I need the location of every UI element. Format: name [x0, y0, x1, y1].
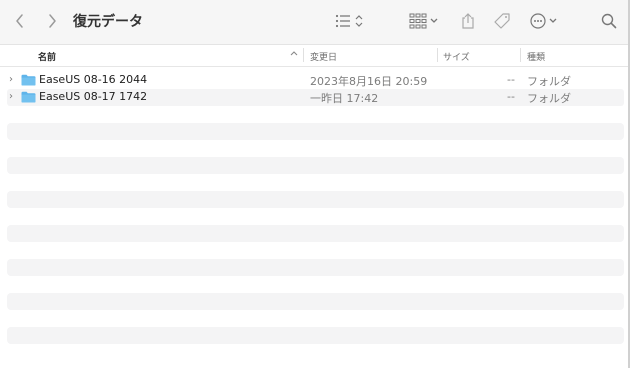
- empty-row-stripes: [7, 123, 624, 361]
- more-actions-button[interactable]: [529, 12, 559, 34]
- file-date: 一昨日 17:42: [310, 92, 379, 105]
- folder-icon: [21, 91, 36, 103]
- window-title: 復元データ: [73, 14, 143, 30]
- file-date: 2023年8月16日 20:59: [310, 75, 428, 88]
- search-button[interactable]: [601, 12, 617, 34]
- column-name[interactable]: 名前: [38, 50, 56, 63]
- file-name: EaseUS 08-17 1742: [39, 90, 148, 103]
- empty-row: [7, 123, 624, 140]
- grid-view-icon: [409, 13, 438, 29]
- chevron-right-icon: [49, 14, 56, 28]
- chevron-left-icon: [16, 14, 23, 28]
- empty-row: [7, 157, 624, 174]
- file-row[interactable]: › EaseUS 08-17 1742 一昨日 17:42 -- フォルダ: [7, 89, 624, 106]
- file-size: --: [507, 73, 515, 86]
- list-view-icon: [335, 14, 363, 28]
- column-separator: [303, 48, 304, 62]
- column-header: 名前 変更日 サイズ 種類: [0, 45, 630, 67]
- empty-row: [7, 259, 624, 276]
- column-size[interactable]: サイズ: [443, 50, 470, 63]
- ellipsis-circle-icon: [530, 13, 557, 29]
- tag-button[interactable]: [493, 12, 511, 34]
- view-options-button[interactable]: [334, 12, 368, 34]
- empty-row: [7, 191, 624, 208]
- empty-row: [7, 327, 624, 344]
- file-kind: フォルダ: [527, 92, 571, 105]
- share-icon: [462, 13, 474, 29]
- empty-row: [7, 293, 624, 310]
- column-date[interactable]: 変更日: [310, 50, 337, 63]
- tag-icon: [494, 13, 510, 29]
- file-size: --: [507, 90, 515, 103]
- disclosure-triangle-icon[interactable]: ›: [9, 74, 13, 85]
- forward-button[interactable]: [46, 12, 58, 34]
- back-button[interactable]: [14, 12, 26, 34]
- file-kind: フォルダ: [527, 75, 571, 88]
- empty-row: [7, 225, 624, 242]
- search-icon: [601, 13, 617, 29]
- column-separator: [520, 48, 521, 62]
- file-name: EaseUS 08-16 2044: [39, 73, 148, 86]
- finder-window: 復元データ 名前 変更日 サイズ 種類 › EaseUS 08-16 2044 …: [0, 0, 630, 368]
- folder-icon: [21, 74, 36, 86]
- disclosure-triangle-icon[interactable]: ›: [9, 91, 13, 102]
- toolbar: 復元データ: [0, 0, 630, 45]
- column-separator: [437, 48, 438, 62]
- sort-ascending-icon[interactable]: [289, 48, 299, 63]
- column-kind[interactable]: 種類: [527, 50, 545, 63]
- file-row[interactable]: › EaseUS 08-16 2044 2023年8月16日 20:59 -- …: [7, 72, 624, 89]
- file-list: › EaseUS 08-16 2044 2023年8月16日 20:59 -- …: [7, 72, 624, 106]
- share-button[interactable]: [460, 12, 476, 34]
- group-button[interactable]: [409, 12, 439, 34]
